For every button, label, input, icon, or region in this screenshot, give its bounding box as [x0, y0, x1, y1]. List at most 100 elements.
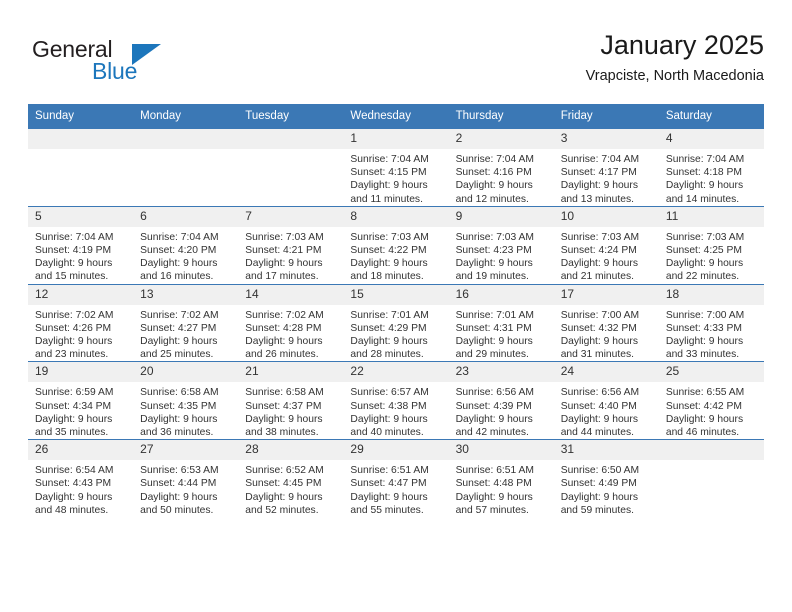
calendar-cell-empty [658, 439, 764, 518]
calendar-day-cell[interactable]: 14 Sunrise: 7:02 AM Sunset: 4:28 PM Dayligh… [238, 283, 344, 362]
calendar-day-cell[interactable]: 29 Sunrise: 6:51 AM Sunset: 4:47 PM Dayligh… [343, 439, 449, 518]
daylight-text-line1: Daylight: 9 hours [665, 413, 744, 425]
weekday-header-tuesday: Tuesday [238, 104, 344, 129]
calendar-day-cell[interactable]: 19 Sunrise: 6:59 AM Sunset: 4:34 PM Dayligh… [28, 361, 134, 440]
weekday-header-wednesday: Wednesday [343, 104, 449, 129]
daylight-text-line2: and 14 minutes. [665, 193, 740, 205]
day-details: Sunrise: 7:04 AM Sunset: 4:15 PM Daylight:… [343, 149, 448, 206]
calendar-day-cell[interactable]: 5 Sunrise: 7:04 AM Sunset: 4:19 PM Daylight… [28, 205, 134, 285]
sunrise-text: Sunrise: 6:54 AM [35, 465, 114, 477]
day-number: 19 [28, 362, 134, 383]
calendar-day-cell[interactable]: 18 Sunrise: 7:00 AM Sunset: 4:33 PM Dayligh… [658, 283, 764, 362]
daylight-text-line1: Daylight: 9 hours [140, 491, 218, 503]
sunrise-text: Sunrise: 6:53 AM [140, 465, 219, 477]
calendar-day-cell[interactable]: 24 Sunrise: 6:56 AM Sunset: 4:40 PM Dayligh… [553, 361, 659, 440]
sunset-text: Sunset: 4:37 PM [245, 400, 322, 412]
sunrise-text: Sunrise: 7:03 AM [560, 231, 640, 243]
calendar-day-cell[interactable]: 8 Sunrise: 7:03 AM Sunset: 4:22 PM Daylight… [343, 205, 449, 285]
calendar-week-row: 5 Sunrise: 7:04 AM Sunset: 4:19 PM Daylight… [28, 205, 764, 285]
sunset-text: Sunset: 4:39 PM [455, 400, 532, 412]
calendar-day-cell[interactable]: 10 Sunrise: 7:03 AM Sunset: 4:24 PM Dayligh… [553, 205, 659, 285]
daylight-text-line1: Daylight: 9 hours [350, 258, 428, 270]
day-number: 22 [343, 362, 449, 383]
calendar-day-cell[interactable]: 23 Sunrise: 6:56 AM Sunset: 4:39 PM Dayligh… [448, 361, 554, 440]
day-details: Sunrise: 7:00 AM Sunset: 4:32 PM Daylight:… [554, 305, 659, 362]
calendar-day-cell[interactable]: 12 Sunrise: 7:02 AM Sunset: 4:26 PM Dayligh… [28, 283, 134, 362]
day-number: 27 [133, 440, 239, 461]
day-number: 16 [448, 284, 554, 305]
sunrise-text: Sunrise: 7:04 AM [560, 154, 640, 165]
daylight-text-line2: and 40 minutes. [350, 427, 424, 439]
day-number: 28 [238, 440, 344, 461]
calendar-day-cell[interactable]: 28 Sunrise: 6:52 AM Sunset: 4:45 PM Dayligh… [238, 439, 344, 518]
calendar-day-cell[interactable]: 1 Sunrise: 7:04 AM Sunset: 4:15 PM Daylight… [343, 128, 449, 207]
day-details: Sunrise: 7:01 AM Sunset: 4:29 PM Daylight:… [343, 305, 448, 362]
sunset-text: Sunset: 4:34 PM [35, 400, 112, 412]
day-number: 18 [658, 284, 764, 305]
calendar-day-cell[interactable]: 15 Sunrise: 7:01 AM Sunset: 4:29 PM Dayligh… [343, 283, 449, 362]
daylight-text-line2: and 59 minutes. [560, 504, 634, 516]
calendar-day-cell[interactable]: 16 Sunrise: 7:01 AM Sunset: 4:31 PM Dayligh… [448, 283, 554, 362]
calendar-day-cell[interactable]: 30 Sunrise: 6:51 AM Sunset: 4:48 PM Dayligh… [448, 439, 554, 518]
sunrise-text: Sunrise: 6:52 AM [245, 465, 324, 477]
calendar-day-cell[interactable]: 25 Sunrise: 6:55 AM Sunset: 4:42 PM Dayligh… [658, 361, 764, 440]
calendar-header-row: Sunday Monday Tuesday Wednesday Thursday Frid… [28, 104, 764, 129]
sunset-text: Sunset: 4:42 PM [665, 400, 742, 412]
calendar-day-cell[interactable]: 2 Sunrise: 7:04 AM Sunset: 4:16 PM Daylight… [448, 128, 554, 207]
day-number: 21 [238, 362, 344, 383]
day-details: Sunrise: 6:51 AM Sunset: 4:48 PM Daylight:… [449, 460, 554, 517]
daylight-text-line2: and 42 minutes. [455, 427, 529, 439]
daylight-text-line1: Daylight: 9 hours [350, 336, 428, 348]
sunrise-text: Sunrise: 7:00 AM [665, 309, 745, 321]
day-number: 6 [133, 206, 239, 227]
sunrise-text: Sunrise: 6:58 AM [245, 387, 324, 399]
day-number [658, 440, 764, 461]
day-details: Sunrise: 7:03 AM Sunset: 4:23 PM Daylight:… [449, 227, 554, 284]
day-details: Sunrise: 6:54 AM Sunset: 4:43 PM Daylight:… [28, 460, 133, 517]
sunset-text: Sunset: 4:26 PM [35, 322, 112, 334]
daylight-text-line1: Daylight: 9 hours [140, 336, 218, 348]
calendar-day-cell[interactable]: 9 Sunrise: 7:03 AM Sunset: 4:23 PM Daylight… [448, 205, 554, 285]
calendar-day-cell[interactable]: 21 Sunrise: 6:58 AM Sunset: 4:37 PM Dayligh… [238, 361, 344, 440]
weekday-header-sunday: Sunday [28, 104, 134, 129]
logo-text-blue: Blue [92, 58, 138, 84]
calendar-day-cell[interactable]: 22 Sunrise: 6:57 AM Sunset: 4:38 PM Dayligh… [343, 361, 449, 440]
day-details: Sunrise: 6:56 AM Sunset: 4:39 PM Daylight:… [449, 382, 554, 439]
daylight-text-line2: and 57 minutes. [455, 504, 529, 516]
daylight-text-line1: Daylight: 9 hours [665, 336, 744, 348]
calendar-day-cell[interactable]: 3 Sunrise: 7:04 AM Sunset: 4:17 PM Daylight… [553, 128, 659, 207]
calendar-day-cell[interactable]: 27 Sunrise: 6:53 AM Sunset: 4:44 PM Dayligh… [133, 439, 239, 518]
day-number: 2 [448, 129, 554, 149]
page-title: January 2025 [600, 30, 764, 60]
day-details: Sunrise: 7:04 AM Sunset: 4:20 PM Daylight:… [133, 227, 238, 284]
calendar-week-row: 1 Sunrise: 7:04 AM Sunset: 4:15 PM Daylight… [28, 128, 764, 207]
daylight-text-line2: and 18 minutes. [350, 271, 424, 283]
sunrise-text: Sunrise: 6:55 AM [665, 387, 745, 399]
day-details: Sunrise: 7:04 AM Sunset: 4:19 PM Daylight:… [28, 227, 133, 284]
sunset-text: Sunset: 4:35 PM [140, 400, 217, 412]
day-number: 25 [658, 362, 764, 383]
calendar-day-cell[interactable]: 20 Sunrise: 6:58 AM Sunset: 4:35 PM Dayligh… [133, 361, 239, 440]
calendar-day-cell[interactable]: 13 Sunrise: 7:02 AM Sunset: 4:27 PM Dayligh… [133, 283, 239, 362]
calendar-day-cell[interactable]: 6 Sunrise: 7:04 AM Sunset: 4:20 PM Daylight… [133, 205, 239, 285]
sunrise-text: Sunrise: 7:01 AM [455, 309, 534, 321]
sunrise-text: Sunrise: 7:00 AM [560, 309, 640, 321]
weekday-header-monday: Monday [133, 104, 239, 129]
sunrise-text: Sunrise: 7:04 AM [35, 231, 114, 243]
calendar-day-cell[interactable]: 4 Sunrise: 7:04 AM Sunset: 4:18 PM Daylight… [658, 128, 764, 207]
sunrise-text: Sunrise: 7:03 AM [245, 231, 324, 243]
daylight-text-line2: and 28 minutes. [350, 349, 424, 361]
calendar-day-cell[interactable]: 26 Sunrise: 6:54 AM Sunset: 4:43 PM Dayligh… [28, 439, 134, 518]
day-details: Sunrise: 6:50 AM Sunset: 4:49 PM Daylight:… [554, 460, 659, 517]
sunrise-text: Sunrise: 6:59 AM [35, 387, 114, 399]
day-details: Sunrise: 6:59 AM Sunset: 4:34 PM Daylight:… [28, 382, 133, 439]
daylight-text-line2: and 19 minutes. [455, 271, 529, 283]
daylight-text-line1: Daylight: 9 hours [35, 258, 113, 270]
day-details: Sunrise: 7:03 AM Sunset: 4:21 PM Daylight:… [238, 227, 343, 284]
calendar-day-cell[interactable]: 17 Sunrise: 7:00 AM Sunset: 4:32 PM Dayligh… [553, 283, 659, 362]
daylight-text-line2: and 44 minutes. [560, 427, 634, 439]
calendar-day-cell[interactable]: 31 Sunrise: 6:50 AM Sunset: 4:49 PM Dayligh… [553, 439, 659, 518]
day-details: Sunrise: 6:58 AM Sunset: 4:35 PM Daylight:… [133, 382, 238, 439]
calendar-day-cell[interactable]: 7 Sunrise: 7:03 AM Sunset: 4:21 PM Daylight… [238, 205, 344, 285]
calendar-day-cell[interactable]: 11 Sunrise: 7:03 AM Sunset: 4:25 PM Dayligh… [658, 205, 764, 285]
